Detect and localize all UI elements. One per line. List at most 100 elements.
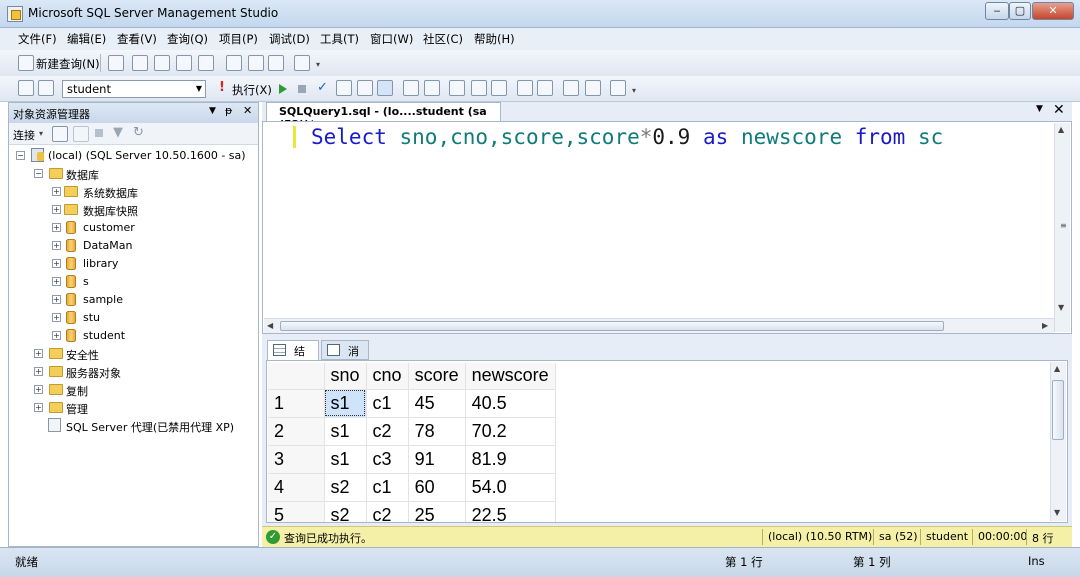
menu-help[interactable]: 帮助(H) xyxy=(474,31,515,47)
scroll-grip-icon[interactable]: ≡ xyxy=(1060,221,1067,230)
menu-community[interactable]: 社区(C) xyxy=(423,31,463,47)
execute-icon[interactable]: ! xyxy=(219,80,225,95)
activity-monitor-icon[interactable] xyxy=(294,55,310,71)
table-cell[interactable]: 91 xyxy=(408,445,466,474)
editor-vertical-scrollbar[interactable]: ▲ ≡ ▼ xyxy=(1054,123,1070,332)
sql-line-1[interactable]: Select sno,cno,score,score*0.9 as newsco… xyxy=(311,125,943,149)
table-cell[interactable]: 25 xyxy=(408,501,466,522)
save-icon[interactable] xyxy=(248,55,264,71)
table-cell[interactable]: s1 xyxy=(324,445,367,474)
display-plan-icon[interactable] xyxy=(336,80,352,96)
analysis-query-icon[interactable] xyxy=(154,55,170,71)
connect-button[interactable]: 连接 xyxy=(13,127,35,143)
scroll-up-icon[interactable]: ▲ xyxy=(1058,125,1064,134)
table-cell[interactable]: s2 xyxy=(324,501,367,522)
menu-tools[interactable]: 工具(T) xyxy=(320,31,359,47)
menu-project[interactable]: 项目(P) xyxy=(219,31,258,47)
query-editor[interactable]: Select sno,cno,score,score*0.9 as newsco… xyxy=(262,121,1072,334)
disconnect-icon[interactable] xyxy=(73,126,89,142)
table-cell[interactable]: c2 xyxy=(366,501,409,522)
tab-sqlquery1[interactable]: SQLQuery1.sql - (lo....student (sa (52))… xyxy=(266,102,501,131)
editor-horizontal-scrollbar[interactable]: ◀ ▶ xyxy=(264,318,1054,333)
expand-icon[interactable]: + xyxy=(52,223,61,232)
grid-vertical-scrollbar[interactable]: ▲ ▼ xyxy=(1050,362,1066,521)
increase-indent-icon[interactable] xyxy=(585,80,601,96)
maximize-button[interactable]: ▢ xyxy=(1009,2,1031,20)
horizontal-scroll-thumb[interactable] xyxy=(280,321,944,331)
minimize-button[interactable]: ‒ xyxy=(985,2,1009,20)
uncomment-icon[interactable] xyxy=(537,80,553,96)
row-number-header[interactable] xyxy=(268,363,325,390)
database-select[interactable]: student ▼ xyxy=(62,80,206,98)
specify-values-icon[interactable] xyxy=(610,80,626,96)
expand-icon[interactable]: + xyxy=(52,187,61,196)
stop-icon[interactable] xyxy=(95,129,103,137)
chevron-down-icon[interactable]: ▼ xyxy=(1036,104,1043,114)
expand-icon[interactable]: + xyxy=(34,403,43,412)
connect-server-icon[interactable] xyxy=(52,126,68,142)
menu-query[interactable]: 查询(Q) xyxy=(167,31,208,47)
filter-icon[interactable]: ▼ xyxy=(113,125,123,140)
table-cell[interactable]: 60 xyxy=(408,473,466,502)
results-to-grid-icon[interactable] xyxy=(377,80,393,96)
table-cell[interactable]: 81.9 xyxy=(465,445,556,474)
comment-icon[interactable] xyxy=(517,80,533,96)
xmla-query-icon[interactable] xyxy=(198,55,214,71)
results-grid-icon[interactable] xyxy=(471,80,487,96)
results-file-icon[interactable] xyxy=(491,80,507,96)
chevron-down-icon[interactable]: ▼ xyxy=(209,106,216,116)
expand-icon[interactable]: + xyxy=(34,367,43,376)
expand-icon[interactable]: + xyxy=(52,259,61,268)
row-number[interactable]: 2 xyxy=(268,417,325,446)
scroll-down-icon[interactable]: ▼ xyxy=(1058,303,1064,312)
debug-play-icon[interactable] xyxy=(279,84,287,94)
menu-view[interactable]: 查看(V) xyxy=(117,31,157,47)
tab-messages[interactable]: 消息 xyxy=(321,340,369,374)
query-designer-icon[interactable] xyxy=(357,80,373,96)
change-connection-icon[interactable] xyxy=(38,80,54,96)
toolbar-overflow-icon[interactable]: ▾ xyxy=(316,60,320,69)
table-cell[interactable]: s2 xyxy=(324,473,367,502)
table-cell[interactable]: c2 xyxy=(366,417,409,446)
table-cell[interactable]: c1 xyxy=(366,389,409,418)
table-cell[interactable]: c1 xyxy=(366,473,409,502)
expand-icon[interactable]: + xyxy=(52,313,61,322)
tab-results[interactable]: 结果 xyxy=(267,340,319,374)
mdx-query-icon[interactable] xyxy=(176,55,192,71)
column-header[interactable]: sno xyxy=(324,363,367,390)
database-engine-query-icon[interactable] xyxy=(132,55,148,71)
expand-icon[interactable]: + xyxy=(52,241,61,250)
menu-file[interactable]: 文件(F) xyxy=(18,31,57,47)
scroll-up-icon[interactable]: ▲ xyxy=(1054,364,1060,373)
column-header[interactable]: cno xyxy=(366,363,409,390)
scroll-down-icon[interactable]: ▼ xyxy=(1054,508,1060,517)
open-file-icon[interactable] xyxy=(226,55,242,71)
expand-icon[interactable]: + xyxy=(52,205,61,214)
close-icon[interactable]: ✕ xyxy=(1053,102,1065,118)
expand-icon[interactable]: + xyxy=(52,295,61,304)
expand-icon[interactable]: + xyxy=(52,331,61,340)
decrease-indent-icon[interactable] xyxy=(563,80,579,96)
row-number[interactable]: 5 xyxy=(268,501,325,522)
expand-icon[interactable]: + xyxy=(34,385,43,394)
include-plan-icon[interactable] xyxy=(403,80,419,96)
menu-window[interactable]: 窗口(W) xyxy=(370,31,413,47)
parse-check-icon[interactable]: ✓ xyxy=(317,80,328,95)
table-cell[interactable]: 54.0 xyxy=(465,473,556,502)
table-cell[interactable]: s1 xyxy=(324,417,367,446)
stop-icon[interactable] xyxy=(298,85,306,93)
scroll-left-icon[interactable]: ◀ xyxy=(267,321,273,330)
table-cell[interactable]: 45 xyxy=(408,389,466,418)
connect-icon[interactable] xyxy=(18,80,34,96)
close-icon[interactable]: ✕ xyxy=(243,104,252,117)
table-cell[interactable]: 22.5 xyxy=(465,501,556,522)
new-file-icon[interactable] xyxy=(108,55,124,71)
collapse-icon[interactable]: − xyxy=(16,151,25,160)
chevron-down-icon[interactable]: ▾ xyxy=(39,129,43,138)
row-number[interactable]: 4 xyxy=(268,473,325,502)
menu-edit[interactable]: 编辑(E) xyxy=(67,31,106,47)
results-to-text-icon[interactable] xyxy=(449,80,465,96)
table-cell[interactable]: 70.2 xyxy=(465,417,556,446)
pin-icon[interactable]: ᵽ xyxy=(225,104,232,117)
expand-icon[interactable]: + xyxy=(34,349,43,358)
